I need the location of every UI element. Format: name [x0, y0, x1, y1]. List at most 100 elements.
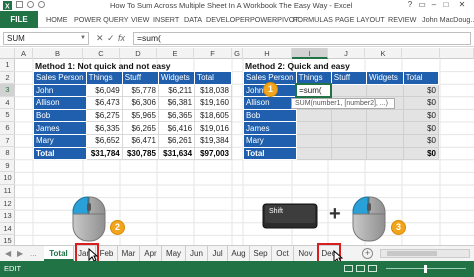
cell[interactable]: $97,003: [194, 146, 232, 161]
row-header[interactable]: 3: [0, 84, 15, 97]
cell[interactable]: $0: [402, 133, 440, 148]
row-header[interactable]: 12: [0, 198, 15, 211]
cell[interactable]: Allison: [243, 96, 297, 110]
save-icon[interactable]: [16, 1, 23, 8]
row-header[interactable]: 1: [0, 59, 15, 72]
cell[interactable]: [330, 146, 368, 161]
cancel-icon[interactable]: ✕: [96, 33, 104, 44]
undo-icon[interactable]: [27, 1, 34, 8]
cell[interactable]: $6,471: [121, 133, 159, 148]
redo-icon[interactable]: [38, 1, 45, 8]
cell[interactable]: $19,016: [194, 121, 232, 135]
cell[interactable]: [295, 146, 332, 161]
column-header[interactable]: J: [328, 48, 365, 59]
name-box[interactable]: SUM ▼: [3, 32, 89, 45]
cell[interactable]: $18,038: [194, 83, 232, 98]
cell[interactable]: Total: [33, 146, 87, 161]
help-icon[interactable]: ?: [404, 0, 416, 10]
cell[interactable]: $6,652: [85, 133, 123, 148]
tab-power-query[interactable]: POWER QUERY: [74, 11, 129, 28]
formula-input[interactable]: =sum(: [133, 32, 471, 45]
cell[interactable]: James: [243, 121, 297, 135]
row-header[interactable]: 5: [0, 109, 15, 122]
row-header[interactable]: 2: [0, 72, 15, 85]
cell[interactable]: $6,049: [85, 83, 123, 98]
column-header[interactable]: E: [157, 48, 194, 59]
cell[interactable]: [295, 108, 332, 123]
sheet-tab-oct[interactable]: Oct: [272, 246, 294, 261]
sheet-nav-more[interactable]: ...: [30, 249, 37, 258]
close-icon[interactable]: ✕: [456, 0, 468, 10]
enter-icon[interactable]: ✓: [107, 33, 115, 44]
page-layout-view-icon[interactable]: [356, 265, 365, 272]
row-header[interactable]: 11: [0, 185, 15, 198]
cell[interactable]: $0: [402, 108, 440, 123]
normal-view-icon[interactable]: [344, 265, 353, 272]
cell[interactable]: [330, 121, 368, 135]
tab-page-layout[interactable]: PAGE LAYOUT: [335, 11, 385, 28]
sheet-tab-jul[interactable]: Jul: [208, 246, 228, 261]
cell[interactable]: $0: [402, 83, 440, 98]
sheet-tab-total[interactable]: Total: [44, 246, 74, 261]
row-header[interactable]: 4: [0, 97, 15, 110]
minimize-icon[interactable]: –: [428, 0, 440, 10]
sheet-tab-apr[interactable]: Apr: [140, 246, 162, 261]
sheet-nav-next-icon[interactable]: ▶: [17, 249, 23, 258]
sheet-tab-sep[interactable]: Sep: [250, 246, 272, 261]
add-sheet-button[interactable]: +: [362, 248, 373, 259]
column-header[interactable]: F: [194, 48, 232, 59]
cell[interactable]: $0: [402, 146, 440, 161]
insert-function-icon[interactable]: fx: [118, 33, 125, 43]
cell[interactable]: [295, 121, 332, 135]
cell[interactable]: $5,965: [121, 108, 159, 123]
cell[interactable]: [366, 108, 404, 123]
cell[interactable]: $6,211: [157, 83, 196, 98]
select-all-corner[interactable]: [0, 48, 15, 59]
tab-powerpivot[interactable]: POWERPIVOT: [250, 11, 299, 28]
tab-home[interactable]: HOME: [46, 11, 68, 28]
row-header[interactable]: 13: [0, 210, 15, 223]
cell[interactable]: $18,605: [194, 108, 232, 123]
tab-developer[interactable]: DEVELOPER: [206, 11, 250, 28]
cell[interactable]: $0: [402, 121, 440, 135]
cell[interactable]: Total: [243, 146, 297, 161]
cell[interactable]: $6,416: [157, 121, 196, 135]
sheet-tab-feb[interactable]: Feb: [96, 246, 118, 261]
cell[interactable]: James: [33, 121, 87, 135]
maximize-icon[interactable]: □: [440, 0, 452, 10]
cell[interactable]: [366, 83, 404, 98]
cell[interactable]: $0: [402, 96, 440, 110]
row-header[interactable]: 9: [0, 160, 15, 173]
cell[interactable]: [330, 108, 368, 123]
cell[interactable]: $30,785: [121, 146, 159, 161]
zoom-slider-thumb[interactable]: [424, 265, 427, 273]
cell[interactable]: $6,261: [157, 133, 196, 148]
page-break-view-icon[interactable]: [368, 265, 377, 272]
column-header[interactable]: D: [120, 48, 157, 59]
cell[interactable]: $19,160: [194, 96, 232, 110]
cell[interactable]: [366, 121, 404, 135]
cell[interactable]: $6,381: [157, 96, 196, 110]
cell[interactable]: $31,784: [85, 146, 123, 161]
column-header[interactable]: [440, 48, 474, 59]
sheet-tab-nov[interactable]: Nov: [294, 246, 318, 261]
tab-formulas[interactable]: FORMULAS: [293, 11, 333, 28]
column-header[interactable]: B: [33, 48, 83, 59]
tab-file[interactable]: FILE: [0, 11, 38, 28]
column-header[interactable]: [402, 48, 440, 59]
cell[interactable]: Bob: [33, 108, 87, 123]
sheet-tab-aug[interactable]: Aug: [228, 246, 250, 261]
user-account[interactable]: John MacDoug...: [422, 11, 474, 28]
row-header[interactable]: 7: [0, 135, 15, 148]
chevron-down-icon[interactable]: ▼: [80, 33, 86, 44]
sheet-tab-may[interactable]: May: [162, 246, 186, 261]
column-header[interactable]: C: [83, 48, 120, 59]
row-header[interactable]: 6: [0, 122, 15, 135]
row-header[interactable]: 10: [0, 172, 15, 185]
column-header[interactable]: G: [232, 48, 243, 59]
cell[interactable]: [366, 146, 404, 161]
cell[interactable]: $6,365: [157, 108, 196, 123]
tab-review[interactable]: REVIEW: [388, 11, 416, 28]
cell[interactable]: [295, 133, 332, 148]
sheet-tab-mar[interactable]: Mar: [118, 246, 140, 261]
